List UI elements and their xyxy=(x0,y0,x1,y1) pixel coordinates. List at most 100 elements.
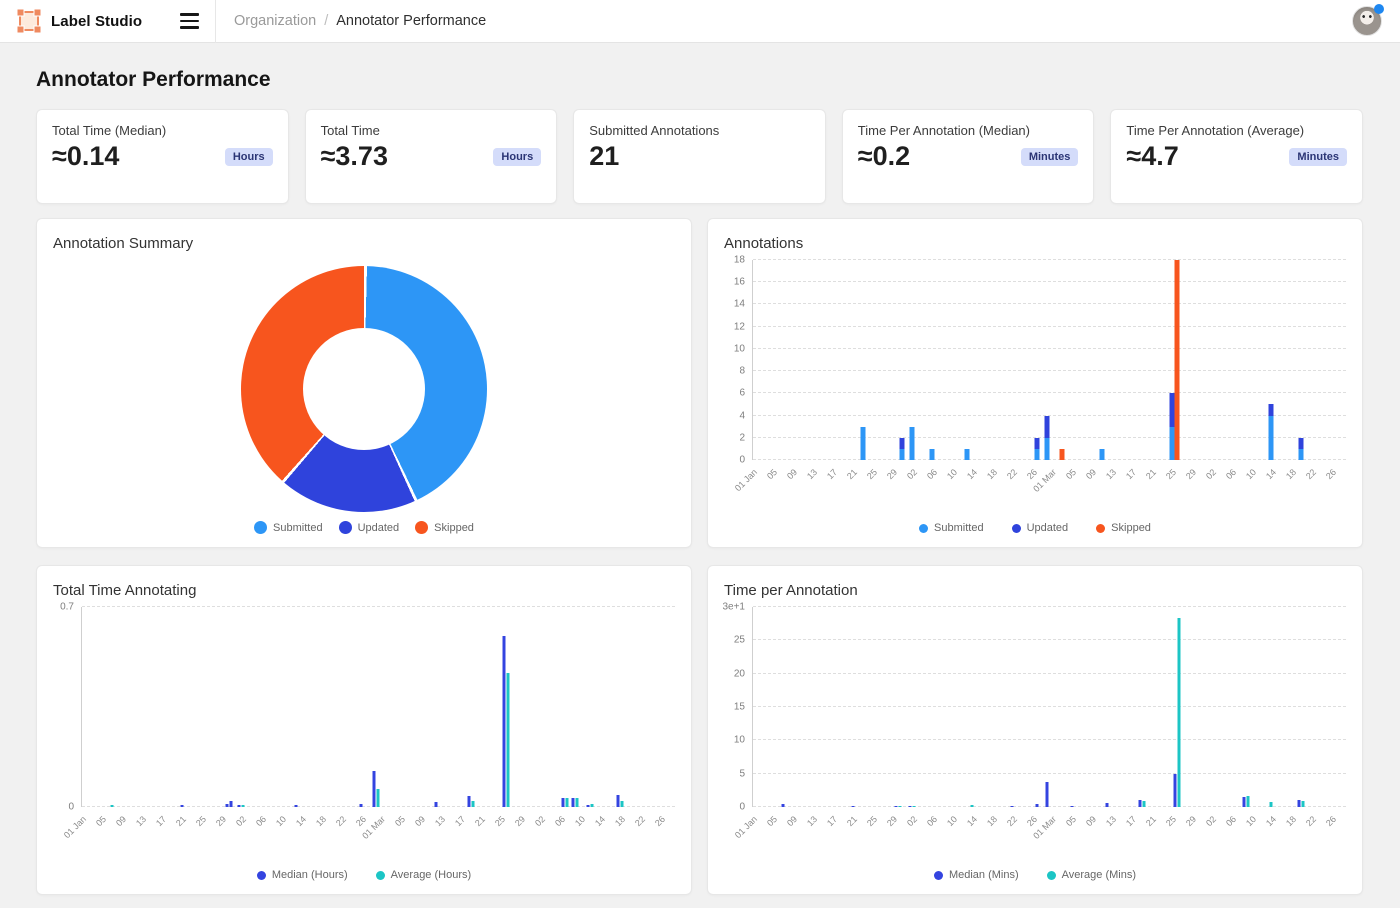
legend-item[interactable]: Updated xyxy=(1012,522,1069,534)
x-tick-label: 09 xyxy=(1084,467,1098,481)
x-tick-label: 17 xyxy=(453,814,467,828)
x-tick-label: 21 xyxy=(174,814,188,828)
bar-group xyxy=(434,607,437,807)
legend-label: Median (Hours) xyxy=(272,869,348,881)
x-tick-label: 17 xyxy=(154,814,168,828)
median-bar xyxy=(1243,797,1246,807)
legend-item[interactable]: Submitted xyxy=(919,522,984,534)
topbar-divider xyxy=(215,0,216,43)
legend-item[interactable]: Skipped xyxy=(1096,522,1151,534)
hamburger-menu-icon[interactable] xyxy=(178,9,201,33)
x-tick-label: 05 xyxy=(1064,467,1078,481)
breadcrumb-parent-organization[interactable]: Organization xyxy=(234,13,316,29)
bar-group xyxy=(971,607,974,807)
x-tick-label: 18 xyxy=(985,814,999,828)
annotations-chart-card: Annotations 181614121086420 01 Jan050913… xyxy=(707,218,1363,548)
legend-item[interactable]: Updated xyxy=(339,521,400,534)
annotation-summary-card: Annotation Summary Submitted Updated Skipp… xyxy=(36,218,692,548)
legend-item[interactable]: Average (Hours) xyxy=(376,869,472,881)
legend-item[interactable]: Median (Mins) xyxy=(934,869,1019,881)
x-tick-label: 21 xyxy=(845,814,859,828)
gridline xyxy=(753,415,1346,416)
y-tick-label: 0 xyxy=(68,802,74,813)
median-bar xyxy=(1046,782,1049,807)
x-tick-label: 14 xyxy=(593,814,607,828)
user-avatar[interactable] xyxy=(1352,6,1382,36)
gridline xyxy=(753,673,1346,674)
x-tick-label: 18 xyxy=(1284,467,1298,481)
time-per-annotation-chart-card: Time per Annotation 3e+12520151050 01 Ja… xyxy=(707,565,1363,895)
x-tick-label: 21 xyxy=(1144,467,1158,481)
total-time-plot-area xyxy=(81,607,675,807)
bar-group xyxy=(230,607,233,807)
time-per-plot-area xyxy=(752,607,1346,807)
bar-group xyxy=(562,607,569,807)
gridline xyxy=(753,606,1346,607)
legend-label: Submitted xyxy=(273,522,323,534)
y-axis: 0.70 xyxy=(53,607,81,807)
x-tick-label: 06 xyxy=(254,814,268,828)
legend-dot-icon xyxy=(1047,871,1056,880)
bar-group xyxy=(587,607,594,807)
page-title: Annotator Performance xyxy=(36,68,1363,92)
gridline xyxy=(753,437,1346,438)
y-tick-label: 0 xyxy=(739,802,745,813)
stacked-bar xyxy=(1035,260,1040,460)
x-tick-label: 22 xyxy=(1304,467,1318,481)
legend-item[interactable]: Average (Mins) xyxy=(1047,869,1136,881)
legend-label: Average (Hours) xyxy=(391,869,472,881)
charts-grid: Annotation Summary Submitted Updated Skipp… xyxy=(36,218,1363,895)
y-tick-label: 6 xyxy=(739,388,745,399)
bar-group xyxy=(225,607,228,807)
bar-segment xyxy=(1045,438,1050,460)
x-tick-label: 01 Jan xyxy=(62,814,88,840)
x-tick-label: 18 xyxy=(613,814,627,828)
bar-segment xyxy=(1269,404,1274,415)
bar-group xyxy=(1173,607,1180,807)
stacked-bar xyxy=(1269,260,1274,460)
bar-group xyxy=(1036,607,1039,807)
bar-segment xyxy=(1099,449,1104,460)
gridline xyxy=(753,303,1346,304)
chart-title: Annotation Summary xyxy=(53,235,675,252)
stacked-bar xyxy=(1099,260,1104,460)
stat-value: 21 xyxy=(589,141,619,172)
legend-item[interactable]: Submitted xyxy=(254,521,323,534)
y-tick-label: 4 xyxy=(739,410,745,421)
x-tick-label: 09 xyxy=(785,467,799,481)
stacked-bar xyxy=(900,260,905,460)
stat-label: Total Time xyxy=(321,123,542,138)
app-name[interactable]: Label Studio xyxy=(51,13,142,30)
bar-group xyxy=(1105,607,1108,807)
x-tick-label: 02 xyxy=(1204,467,1218,481)
x-tick-label: 17 xyxy=(1124,467,1138,481)
stacked-bar xyxy=(860,260,865,460)
x-tick-label: 02 xyxy=(905,814,919,828)
x-tick-label: 14 xyxy=(1264,467,1278,481)
y-tick-label: 5 xyxy=(739,768,745,779)
bar-segment xyxy=(910,427,915,460)
x-axis-labels: 01 Jan050913172125290206101418222601 Mar… xyxy=(752,807,1346,855)
legend-item[interactable]: Skipped xyxy=(415,521,474,534)
bar-segment xyxy=(1174,260,1179,460)
x-tick-label: 17 xyxy=(1124,814,1138,828)
legend-dot-icon xyxy=(257,871,266,880)
y-tick-label: 20 xyxy=(734,668,745,679)
median-bar xyxy=(1298,800,1301,807)
x-tick-label: 14 xyxy=(965,814,979,828)
gridline xyxy=(753,370,1346,371)
legend-dot-icon xyxy=(376,871,385,880)
bar-group xyxy=(617,607,624,807)
bar-group xyxy=(180,607,183,807)
y-tick-label: 0.7 xyxy=(60,602,74,613)
bar-group xyxy=(373,607,380,807)
label-studio-logo-icon[interactable] xyxy=(16,8,42,34)
stat-cards-row: Total Time (Median) ≈0.14 Hours Total Ti… xyxy=(36,109,1363,204)
legend-item[interactable]: Median (Hours) xyxy=(257,869,348,881)
y-axis: 3e+12520151050 xyxy=(724,607,752,807)
total-time-legend: Median (Hours) Average (Hours) xyxy=(37,869,691,881)
chart-title: Time per Annotation xyxy=(724,582,1346,599)
brand-section: Label Studio xyxy=(0,0,215,42)
x-tick-label: 18 xyxy=(1284,814,1298,828)
annotations-legend: Submitted Updated Skipped xyxy=(708,522,1362,534)
